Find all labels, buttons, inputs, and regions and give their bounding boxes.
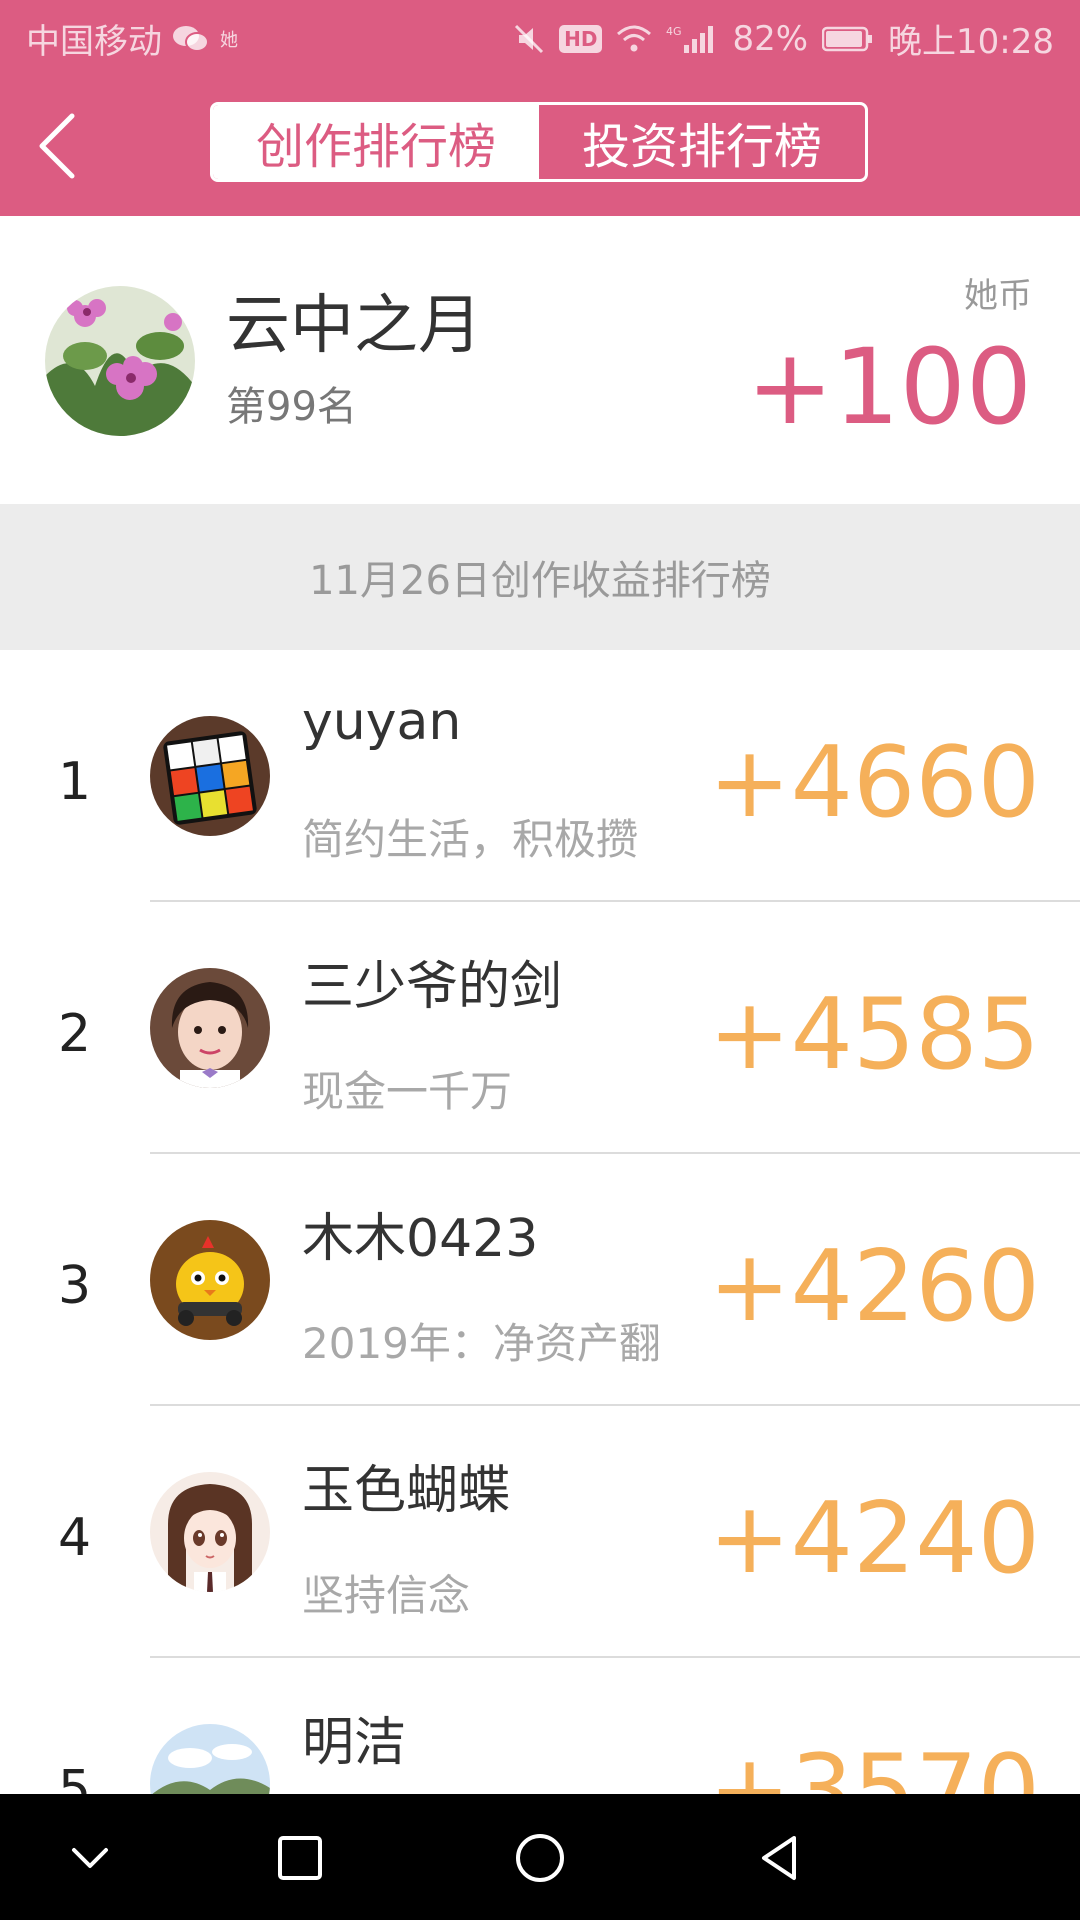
home-button[interactable] [510, 1828, 570, 1888]
rank-number: 2 [58, 1004, 92, 1064]
status-bar: 中国移动 她 HD 4G 82% 晚上10:28 [0, 0, 1080, 76]
list-item[interactable]: 3 木木0423 2019年：净资产翻 +4260 [0, 1154, 1080, 1406]
avatar[interactable] [150, 968, 270, 1088]
avatar[interactable] [45, 286, 195, 436]
user-bio: 简约生活，积极攒 [302, 815, 639, 864]
carrier-label: 中国移动 [26, 22, 162, 62]
clock: 晚上10:28 [888, 22, 1054, 62]
rank-number: 4 [58, 1508, 92, 1568]
triangle-back-icon [762, 1836, 796, 1880]
tab-creation-ranking[interactable]: 创作排行榜 [213, 105, 539, 179]
my-rank: 第99名 [226, 384, 357, 430]
avatar[interactable] [150, 716, 270, 836]
circle-icon [516, 1834, 564, 1882]
chevron-down-icon [72, 1848, 108, 1868]
status-left: 中国移动 她 [26, 14, 238, 63]
header: 创作排行榜 投资排行榜 [0, 76, 1080, 216]
mute-icon [513, 23, 545, 55]
my-ranking-card[interactable]: 云中之月 第99名 她币 +100 [0, 216, 1080, 504]
chevron-left-icon [39, 113, 75, 179]
user-name: 三少爷的剑 [302, 957, 563, 1017]
back-nav-button[interactable] [750, 1828, 810, 1888]
avatar[interactable] [150, 1220, 270, 1340]
signal-icon: 4G [666, 23, 718, 55]
rank-number: 3 [58, 1256, 92, 1316]
user-name: 玉色蝴蝶 [302, 1461, 511, 1521]
battery-percent: 82% [732, 18, 809, 59]
tab-switcher: 创作排行榜 投资排行榜 [210, 102, 868, 182]
hd-badge: HD [559, 24, 603, 53]
user-score: +4585 [708, 978, 1040, 1092]
currency-label: 她币 [964, 276, 1032, 316]
hide-keyboard-button[interactable] [60, 1828, 120, 1888]
user-bio: 坚持信念 [302, 1571, 471, 1620]
list-item[interactable]: 1 yuyan 简约生活，积极攒 +4660 [0, 650, 1080, 902]
network-label: 4G [666, 25, 682, 38]
user-bio: 2019年：净资产翻 [302, 1319, 661, 1368]
wechat-icon [172, 24, 210, 54]
recents-button[interactable] [270, 1828, 330, 1888]
navigation-bar [0, 1794, 1080, 1920]
list-item[interactable]: 2 三少爷的剑 现金一千万 +4585 [0, 902, 1080, 1154]
my-name: 云中之月 [226, 289, 482, 363]
user-name: yuyan [302, 692, 462, 752]
user-bio: 现金一千万 [302, 1067, 513, 1116]
section-title: 11月26日创作收益排行榜 [0, 504, 1080, 650]
avatar[interactable] [150, 1472, 270, 1592]
list-item[interactable]: 4 玉色蝴蝶 坚持信念 +4240 [0, 1406, 1080, 1658]
rank-number: 1 [58, 752, 92, 812]
square-icon [278, 1836, 322, 1880]
wifi-icon [616, 24, 652, 54]
my-score: +100 [746, 326, 1032, 448]
user-name: 明洁 [302, 1713, 407, 1773]
user-score: +4660 [708, 726, 1040, 840]
back-button[interactable] [28, 102, 108, 190]
status-right: HD 4G 82% 晚上10:28 [513, 14, 1054, 63]
tab-investment-ranking[interactable]: 投资排行榜 [539, 105, 865, 179]
app-badge: 她 [220, 29, 238, 51]
battery-icon [822, 25, 874, 53]
ranking-list: 1 yuyan 简约生活，积极攒 +4660 2 三少爷的剑 现金一千万 +45… [0, 650, 1080, 1910]
user-score: +4260 [708, 1230, 1040, 1344]
user-score: +4240 [708, 1482, 1040, 1596]
user-name: 木木0423 [302, 1209, 539, 1269]
